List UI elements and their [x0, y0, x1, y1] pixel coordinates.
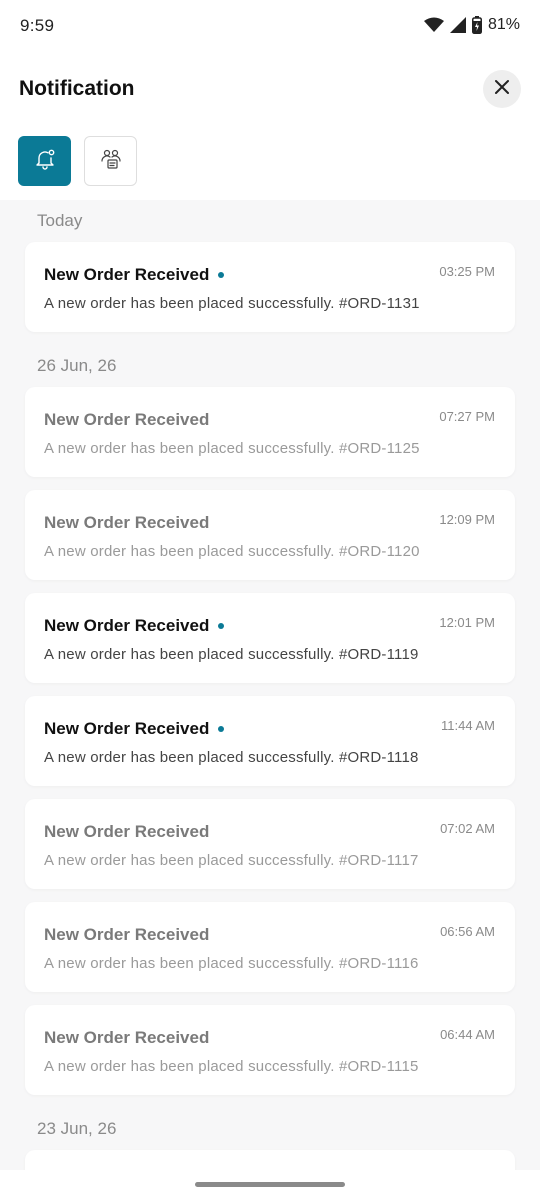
notification-title-row: New Order Received	[44, 822, 209, 842]
notification-title-row: New Order Received	[44, 265, 225, 285]
filter-all-notifications-button[interactable]	[18, 136, 71, 186]
date-header: 26 Jun, 26	[37, 356, 117, 375]
notification-time: 12:09 PM	[439, 512, 495, 527]
close-icon	[494, 79, 510, 100]
notification-card[interactable]: New Order Received 06:56 AM A new order ha…	[25, 902, 515, 992]
notification-time: 03:25 PM	[439, 264, 495, 279]
notification-time: 06:44 AM	[440, 1027, 495, 1042]
notification-card[interactable]: New Order Received 12:09 PM A new order ha…	[25, 490, 515, 580]
battery-level: 81%	[487, 16, 520, 33]
notification-title: New Order Received	[44, 719, 210, 738]
notification-message: A new order has been placed successfully…	[44, 543, 420, 560]
date-header: 23 Jun, 26	[37, 1119, 117, 1138]
notification-title-row: New Order Received	[44, 616, 225, 636]
notification-card[interactable]: New Order Received 12:01 PM A new order ha…	[25, 593, 515, 683]
home-indicator[interactable]	[195, 1182, 345, 1187]
notification-card[interactable]: New Order Received 07:02 AM A new order ha…	[25, 799, 515, 889]
notification-title: New Order Received	[44, 822, 210, 841]
notification-title: New Order Received	[44, 925, 210, 944]
gesture-bar	[0, 1170, 540, 1200]
notification-title-row: New Order Received	[44, 410, 209, 430]
notification-time: 07:02 AM	[440, 821, 495, 836]
battery-icon	[471, 16, 482, 34]
notification-time: 06:56 AM	[440, 924, 495, 939]
notification-title: New Order Received	[44, 616, 210, 635]
signal-icon	[449, 17, 466, 33]
notification-title: New Order Received	[44, 265, 210, 284]
unread-dot-icon	[218, 726, 225, 732]
notification-card[interactable]: New Order Received11:59 AMA new order ha…	[25, 1150, 515, 1170]
notification-title-row: New Order Received	[44, 1028, 209, 1048]
notification-card[interactable]: New Order Received 03:25 PM A new order ha…	[25, 242, 515, 332]
notification-time: 12:01 PM	[439, 615, 495, 630]
notification-groups: Today New Order Received 03:25 PM A new ord…	[0, 200, 540, 1170]
notification-list[interactable]: Today New Order Received 03:25 PM A new ord…	[0, 200, 540, 1170]
notification-message: A new order has been placed successfully…	[44, 749, 419, 766]
bell-icon	[33, 147, 57, 176]
notification-title-row: New Order Received	[44, 719, 225, 739]
date-header: Today	[37, 211, 83, 230]
unread-dot-icon	[218, 272, 225, 278]
status-bar: 9:59 81%	[0, 0, 540, 52]
status-time: 9:59	[20, 16, 55, 35]
notification-message: A new order has been placed successfully…	[44, 852, 419, 869]
close-button[interactable]	[483, 70, 521, 108]
page-title: Notification	[19, 77, 135, 100]
notification-time: 07:27 PM	[439, 409, 495, 424]
notification-title: New Order Received	[44, 1028, 210, 1047]
notification-title: New Order Received	[44, 513, 210, 532]
group-icon	[99, 147, 123, 176]
notification-message: A new order has been placed successfully…	[44, 955, 419, 972]
header: Notification	[0, 62, 540, 118]
status-icons: 81%	[423, 16, 520, 34]
filter-group-notifications-button[interactable]	[84, 136, 137, 186]
notification-message: A new order has been placed successfully…	[44, 1058, 419, 1075]
notification-card[interactable]: New Order Received 06:44 AM A new order ha…	[25, 1005, 515, 1095]
notification-message: A new order has been placed successfully…	[44, 295, 420, 312]
notification-time: 11:44 AM	[441, 718, 495, 733]
notification-title-row: New Order Received	[44, 925, 209, 945]
notification-card[interactable]: New Order Received 07:27 PM A new order ha…	[25, 387, 515, 477]
wifi-icon	[423, 17, 444, 33]
notification-card[interactable]: New Order Received 11:44 AM A new order ha…	[25, 696, 515, 786]
notification-title: New Order Received	[44, 410, 210, 429]
notification-title-row: New Order Received	[44, 513, 209, 533]
filter-tabs	[18, 136, 137, 186]
notification-message: A new order has been placed successfully…	[44, 646, 419, 663]
notification-message: A new order has been placed successfully…	[44, 440, 420, 457]
unread-dot-icon	[218, 623, 225, 629]
